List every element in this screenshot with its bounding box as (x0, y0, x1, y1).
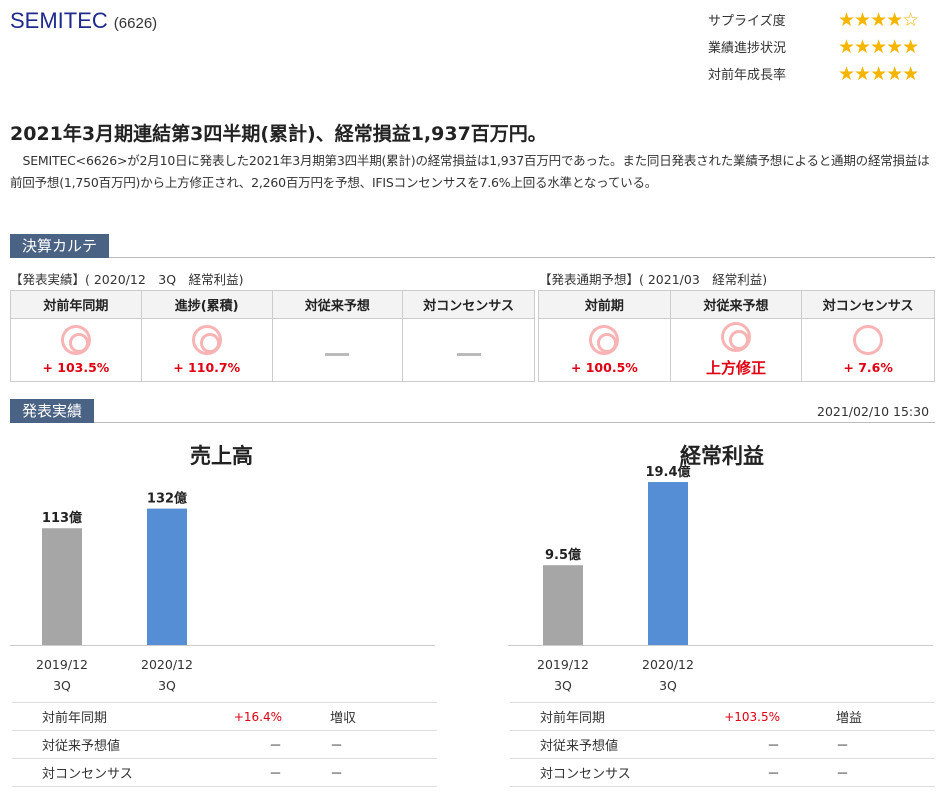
karte-header: 対コンセンサス (402, 290, 535, 319)
profit-metrics-table: 対前年同期 +103.5% 増益 対従来予想値 － － 対コンセンサス － － (510, 702, 935, 787)
dash-icon (456, 352, 481, 356)
category-label: 2019/12 (537, 657, 589, 672)
metric-row: 対従来予想値 － － (510, 730, 935, 759)
metric-label: 対前年同期 (12, 702, 212, 731)
rating-surprise: サプライズ度 ★★★★☆ (708, 6, 943, 33)
rating-growth: 対前年成長率 ★★★★★ (708, 60, 943, 87)
metric-label: 対前年同期 (510, 702, 710, 731)
star-icon: ★★★★★ (838, 35, 919, 58)
metric-note: － (292, 730, 437, 759)
category-label: 3Q (554, 678, 572, 693)
double-circle-icon (589, 325, 620, 355)
karte-cell: + 7.6% (801, 318, 935, 382)
metric-row: 対従来予想値 － － (12, 730, 437, 759)
star-icon: ★★★★☆ (838, 8, 919, 31)
metric-label: 対コンセンサス (12, 758, 212, 787)
karte-header: 対前年同期 (10, 290, 142, 319)
bar-0 (42, 528, 82, 645)
karte-cell: + 110.7% (140, 318, 273, 382)
karte-cell: + 100.5% (538, 318, 671, 382)
article-headline: 2021年3月期連結第3四半期(累計)、経常損益1,937百万円。 (10, 123, 547, 145)
rating-panel: サプライズ度 ★★★★☆ 業績進捗状況 ★★★★★ 対前年成長率 ★★★★★ (708, 6, 943, 87)
metric-value: － (212, 758, 292, 787)
metric-note: － (790, 730, 935, 759)
rating-label: 対前年成長率 (708, 68, 787, 83)
karte-value: 上方修正 (706, 359, 767, 377)
karte-cell: 上方修正 (669, 318, 803, 382)
company-title: SEMITEC (6626) (10, 8, 157, 34)
category-label: 2020/12 (642, 657, 694, 672)
bar-1 (648, 482, 688, 645)
metric-row: 対前年同期 +103.5% 増益 (510, 702, 935, 731)
rating-progress: 業績進捗状況 ★★★★★ (708, 33, 943, 60)
metric-note: － (790, 758, 935, 787)
double-circle-icon (60, 325, 91, 355)
section-results: 発表実績 (10, 399, 935, 423)
double-circle-icon (191, 325, 222, 355)
double-circle-icon (721, 322, 752, 352)
metric-label: 対コンセンサス (510, 758, 710, 787)
metric-label: 対従来予想値 (510, 730, 710, 759)
results-label: 【発表実績】( 2020/12 3Q 経常利益) (10, 272, 244, 287)
category-label: 2020/12 (141, 657, 193, 672)
metric-row: 対コンセンサス － － (510, 758, 935, 787)
karte-value: + 7.6% (843, 360, 893, 375)
bar-0 (543, 565, 583, 645)
metric-value: － (212, 730, 292, 759)
circle-icon (853, 325, 884, 355)
karte-cell (402, 318, 535, 382)
karte-value: + 103.5% (42, 360, 110, 375)
karte-cell: + 103.5% (10, 318, 142, 382)
bar-value-label: 9.5億 (545, 547, 581, 563)
forecast-label: 【発表通期予想】( 2021/03 経常利益) (539, 272, 768, 287)
article-body: SEMITEC<6626>が2月10日に発表した2021年3月期第3四半期(累計… (10, 153, 930, 190)
chart-title-sales: 売上高 (190, 444, 253, 468)
bar-value-label: 113億 (42, 510, 82, 526)
metric-value: － (710, 758, 790, 787)
rating-label: サプライズ度 (708, 14, 786, 29)
karte-header: 対前期 (538, 290, 671, 319)
metric-note: － (292, 758, 437, 787)
metric-value: － (710, 730, 790, 759)
karte-header: 対コンセンサス (801, 290, 935, 319)
karte-value: + 110.7% (173, 360, 241, 375)
ordinary-profit-bar-chart: 9.5億 2019/12 3Q 19.4億 2020/12 3Q (508, 464, 933, 693)
bar-1 (147, 508, 187, 645)
metric-note: 増益 (790, 702, 935, 731)
metric-label: 対従来予想値 (12, 730, 212, 759)
metric-row: 対コンセンサス － － (12, 758, 437, 787)
timestamp: 2021/02/10 15:30 (817, 404, 930, 419)
company-code: (6626) (113, 15, 158, 32)
metric-row: 対前年同期 +16.4% 増収 (12, 702, 437, 731)
category-label: 2019/12 (36, 657, 88, 672)
karte-cell (271, 318, 404, 382)
category-label: 3Q (158, 678, 176, 693)
karte-header: 対従来予想 (271, 290, 404, 319)
section-title: 発表実績 (10, 399, 95, 423)
karte-header: 進捗(累積) (140, 290, 273, 319)
section-title: 決算カルテ (10, 234, 110, 258)
dash-icon (325, 352, 350, 356)
metric-value: +16.4% (212, 702, 292, 731)
metric-value: +103.5% (710, 702, 790, 731)
bar-value-label: 132億 (147, 491, 187, 507)
metric-note: 増収 (292, 702, 437, 731)
karte-value: + 100.5% (570, 360, 638, 375)
sales-metrics-table: 対前年同期 +16.4% 増収 対従来予想値 － － 対コンセンサス － － (12, 702, 437, 787)
results-karte-table: 対前年同期 進捗(累積) 対従来予想 対コンセンサス + 103.5% + 11… (10, 290, 535, 382)
rating-label: 業績進捗状況 (708, 41, 787, 56)
bar-value-label: 19.4億 (645, 464, 690, 480)
forecast-karte-table: 対前期 対従来予想 対コンセンサス + 100.5% 上方修正 + 7.6% (538, 290, 935, 382)
section-karte: 決算カルテ (10, 234, 935, 258)
category-label: 3Q (53, 678, 71, 693)
star-icon: ★★★★★ (838, 62, 919, 85)
category-label: 3Q (659, 678, 677, 693)
company-name: SEMITEC (10, 8, 108, 33)
karte-header: 対従来予想 (669, 290, 803, 319)
sales-bar-chart: 113億 2019/12 3Q 132億 2020/12 3Q (10, 491, 435, 693)
